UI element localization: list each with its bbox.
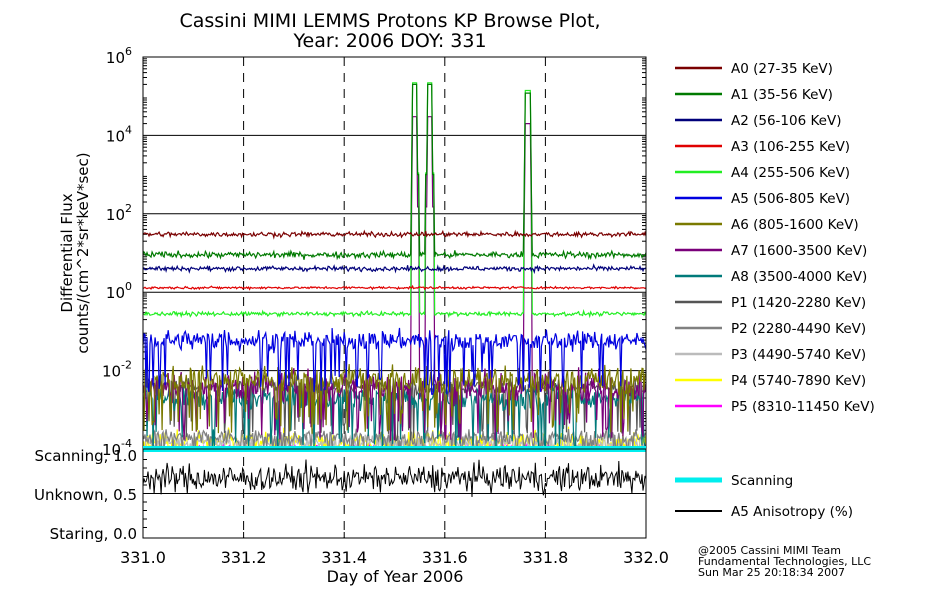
y-tick-label: 102 [106,202,132,224]
status-tick-label: Unknown, 0.5 [34,486,137,504]
series-line [142,263,647,275]
y-tick-label: 106 [106,45,132,67]
legend-label: A3 (106-255 KeV) [731,139,850,155]
legend-label: Scanning [731,473,793,489]
x-tick-label: 331.8 [522,548,568,567]
flux-panel: 10-410-2100102104106 Differential Flux c… [58,45,647,538]
flux-legend: A0 (27-35 KeV) A1 (35-56 KeV) A2 (56-106 K… [675,61,875,415]
plot-subtitle: Year: 2006 DOY: 331 [292,30,486,52]
y-tick-label: 100 [106,280,132,302]
status-tick-label: Staring, 0.0 [50,525,137,543]
legend-label: P5 (8310-11450 KeV) [731,399,875,415]
legend-label: A4 (255-506 KeV) [731,165,850,181]
legend-label: P2 (2280-4490 KeV) [731,321,866,337]
legend-label: A5 (506-805 KeV) [731,191,850,207]
x-tick-label: 332.0 [623,548,669,567]
lemms-plot: Cassini MIMI LEMMS Protons KP Browse Plo… [34,10,875,586]
x-tick-label: 331.2 [221,548,267,567]
status-panel: Scanning, 1.0 Unknown, 0.5 Staring, 0.0 33… [34,446,669,586]
legend-label: A8 (3500-4000 KeV) [731,269,867,285]
legend-label: P3 (4490-5740 KeV) [731,347,866,363]
status-legend: Scanning A5 Anisotropy (%) [675,473,853,520]
legend-label: A2 (56-106 KeV) [731,113,841,129]
legend-label: A1 (35-56 KeV) [731,87,833,103]
legend-label: A5 Anisotropy (%) [731,504,853,520]
y-tick-label: 104 [106,123,132,145]
legend-label: P1 (1420-2280 KeV) [731,295,866,311]
x-axis-label: Day of Year 2006 [327,567,464,586]
plot-title: Cassini MIMI LEMMS Protons KP Browse Plo… [179,10,600,32]
footer-credits: @2005 Cassini MIMI Team Fundamental Tech… [698,544,871,579]
x-tick-label: 331.0 [120,548,166,567]
y-axis-label-line2: counts/(cm^2*sr*keV*sec) [74,152,92,353]
status-tick-label: Scanning, 1.0 [34,447,137,465]
x-tick-label: 331.6 [422,548,468,567]
legend-label: A6 (805-1600 KeV) [731,217,859,233]
series-line [142,229,647,240]
x-tick-label: 331.4 [321,548,367,567]
legend-label: A0 (27-35 KeV) [731,61,833,77]
series-line [142,82,647,319]
legend-label: A7 (1600-3500 KeV) [731,243,867,259]
legend-label: P4 (5740-7890 KeV) [731,373,866,389]
series-line [142,284,647,291]
anisotropy-line [142,459,647,498]
y-tick-label: 10-2 [102,359,132,381]
footer-line3: Sun Mar 25 20:18:34 2007 [698,566,845,579]
